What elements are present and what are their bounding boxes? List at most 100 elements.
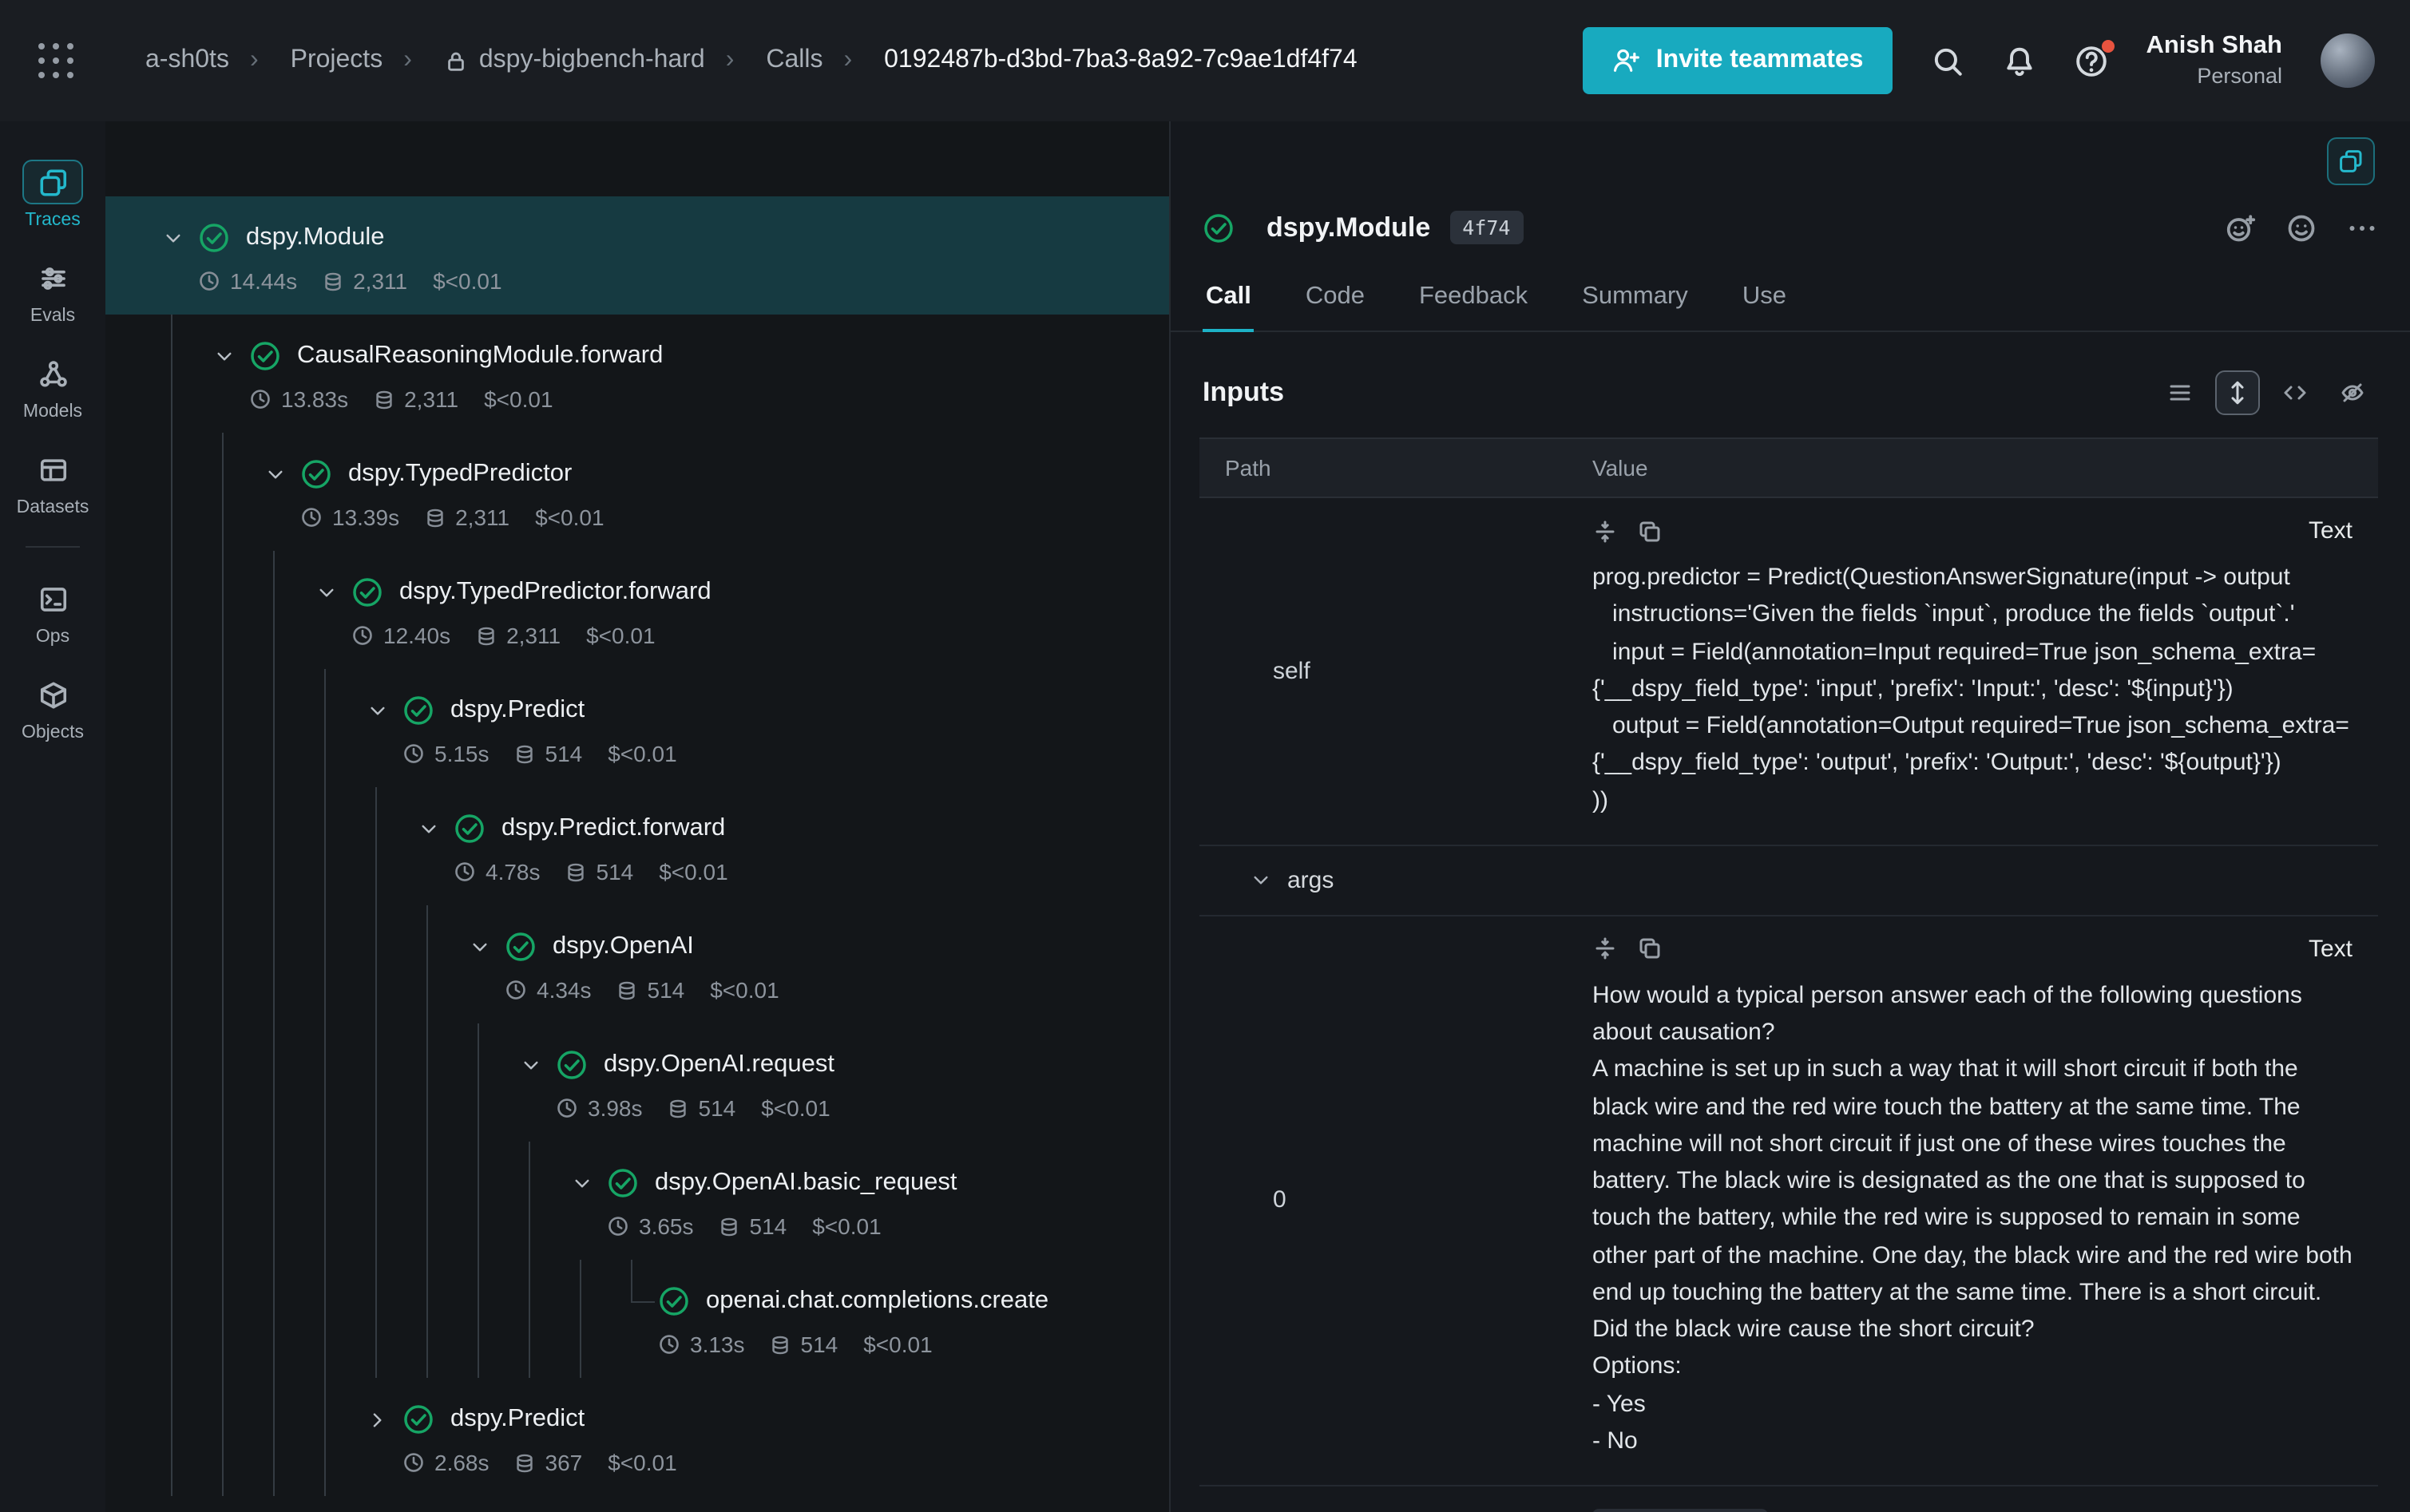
tree-guides (147, 1260, 607, 1378)
trace-row-stats: 13.83s 2,311 $<0.01 (249, 386, 663, 412)
cost-value: $<0.01 (433, 268, 501, 294)
args-group-label: args (1287, 867, 1334, 894)
trace-row[interactable]: dspy.OpenAI.basic_request 3.65s 514 $<0.… (105, 1142, 1169, 1260)
sidebar-item-datasets[interactable]: Datasets (0, 434, 105, 530)
sidebar-item-models[interactable]: Models (0, 338, 105, 434)
expand-rows-icon[interactable] (2215, 370, 2260, 415)
trace-row[interactable]: dspy.Predict 2.68s 367 $<0.01 (105, 1378, 1169, 1496)
compact-rows-icon[interactable] (2158, 370, 2202, 415)
chevron-down-icon[interactable] (556, 1166, 607, 1201)
trace-row[interactable]: dspy.OpenAI.request 3.98s 514 $<0.01 (105, 1023, 1169, 1142)
trace-row[interactable]: dspy.Module 14.44s 2,311 $<0.01 (105, 196, 1169, 315)
input-row-self: self Text prog.predictor = Predict(Quest… (1199, 498, 2378, 846)
trace-row-stats: 13.39s 2,311 $<0.01 (300, 505, 604, 530)
breadcrumb-project[interactable]: dspy-bigbench-hard (383, 46, 705, 75)
tree-guides (147, 1142, 556, 1260)
tree-guides (147, 669, 351, 787)
code-view-icon[interactable] (2273, 370, 2317, 415)
tokens-icon (323, 271, 343, 291)
tab-call[interactable]: Call (1203, 270, 1255, 332)
success-status-icon (300, 457, 332, 489)
trace-row[interactable]: openai.chat.completions.create 3.13s 514… (105, 1260, 1169, 1378)
success-status-icon (556, 1048, 588, 1080)
trace-row-name: CausalReasoningModule.forward (297, 341, 663, 370)
chevron-down-icon[interactable] (147, 220, 198, 255)
app-launcher-icon[interactable] (38, 42, 75, 79)
tab-use[interactable]: Use (1739, 270, 1790, 332)
chevron-down-icon[interactable] (249, 457, 300, 492)
breadcrumb-calls[interactable]: Calls (705, 46, 823, 75)
help-icon[interactable] (2074, 44, 2107, 77)
trace-row-stats: 14.44s 2,311 $<0.01 (198, 268, 502, 294)
inputs-table-header: Path Value (1199, 437, 2378, 498)
clock-icon (198, 270, 220, 292)
notifications-bell-icon[interactable] (2002, 44, 2035, 77)
user-menu[interactable]: Anish Shah Personal (2146, 30, 2282, 90)
sidebar-item-traces[interactable]: Traces (0, 147, 105, 243)
trace-tree-panel: dspy.Module 14.44s 2,311 $<0.01 (105, 121, 1171, 1512)
cost-value: $<0.01 (659, 859, 727, 885)
lock-icon (444, 49, 468, 73)
trace-row[interactable]: dspy.Predict 5.15s 514 $<0.01 (105, 669, 1169, 787)
chevron-down-icon[interactable] (300, 575, 351, 610)
format-selector[interactable]: Text (2309, 936, 2353, 963)
copy-icon[interactable] (1637, 936, 1663, 962)
call-header: dspy.Module 4f74 (1171, 195, 2410, 263)
chevron-down-icon[interactable] (198, 338, 249, 374)
collapse-text-icon[interactable] (1592, 936, 1618, 962)
objects-icon (38, 679, 68, 710)
trace-row[interactable]: dspy.Predict.forward 4.78s 514 $<0.01 (105, 787, 1169, 905)
cost-value: $<0.01 (863, 1332, 932, 1357)
trace-row-name: dspy.Predict (450, 1404, 585, 1433)
call-id-badge[interactable]: 4f74 (1449, 211, 1523, 244)
input-path: kwargs (1199, 1486, 1567, 1512)
chevron-right-icon[interactable] (351, 1402, 402, 1437)
feedback-emoji-icon[interactable] (2285, 212, 2317, 243)
tree-guides (147, 315, 198, 433)
collapse-text-icon[interactable] (1592, 518, 1618, 544)
tab-summary[interactable]: Summary (1579, 270, 1691, 332)
trace-view-toggle-button[interactable] (2327, 137, 2375, 185)
invite-teammates-button[interactable]: Invite teammates (1583, 27, 1893, 94)
search-icon[interactable] (1930, 44, 1964, 77)
args-group-row[interactable]: args (1199, 846, 2378, 916)
tab-feedback[interactable]: Feedback (1416, 270, 1531, 332)
chevron-down-icon[interactable] (454, 929, 505, 964)
trace-row[interactable]: dspy.OpenAI 4.34s 514 $<0.01 (105, 905, 1169, 1023)
sidebar-item-evals[interactable]: Evals (0, 243, 105, 338)
copy-icon[interactable] (1637, 518, 1663, 544)
trace-row-stats: 12.40s 2,311 $<0.01 (351, 623, 712, 648)
trace-row[interactable]: dspy.TypedPredictor 13.39s 2,311 $<0.01 (105, 433, 1169, 551)
trace-row[interactable]: CausalReasoningModule.forward 13.83s 2,3… (105, 315, 1169, 433)
trace-row-stats: 4.34s 514 $<0.01 (505, 977, 779, 1003)
input-value-text: prog.predictor = Predict(QuestionAnswerS… (1592, 559, 2353, 819)
chevron-down-icon[interactable] (402, 811, 454, 846)
trace-row-stats: 3.98s 514 $<0.01 (556, 1095, 834, 1121)
input-path: 0 (1199, 916, 1567, 1486)
clock-icon (351, 624, 374, 647)
add-reaction-icon[interactable] (2225, 212, 2257, 243)
sidebar-item-ops[interactable]: Ops (0, 564, 105, 659)
breadcrumb-call-id: 0192487b-d3bd-7ba3-8a92-7c9ae1df4f74 (822, 46, 1357, 75)
tokens-icon (566, 861, 587, 882)
clock-icon (300, 506, 323, 528)
tokens-icon (719, 1216, 740, 1237)
clock-icon (505, 979, 527, 1001)
success-status-icon (454, 812, 486, 844)
empty-object-chip: Empty object (1592, 1509, 1769, 1512)
trace-row[interactable]: dspy.TypedPredictor.forward 12.40s 2,311… (105, 551, 1169, 669)
format-selector[interactable]: Text (2309, 517, 2353, 544)
sidebar-item-objects[interactable]: Objects (0, 659, 105, 755)
tokens-icon (668, 1098, 689, 1118)
hide-values-icon[interactable] (2330, 370, 2375, 415)
breadcrumb-projects[interactable]: Projects (229, 46, 383, 75)
avatar[interactable] (2321, 34, 2375, 88)
trace-row-name: dspy.TypedPredictor.forward (399, 577, 712, 606)
more-options-icon[interactable] (2346, 212, 2378, 243)
chevron-down-icon[interactable] (505, 1047, 556, 1083)
tokens-icon (515, 1452, 536, 1473)
trace-row-stats: 4.78s 514 $<0.01 (454, 859, 728, 885)
chevron-down-icon[interactable] (351, 693, 402, 728)
tab-code[interactable]: Code (1302, 270, 1368, 332)
breadcrumb-entity[interactable]: a-sh0ts (145, 46, 229, 75)
